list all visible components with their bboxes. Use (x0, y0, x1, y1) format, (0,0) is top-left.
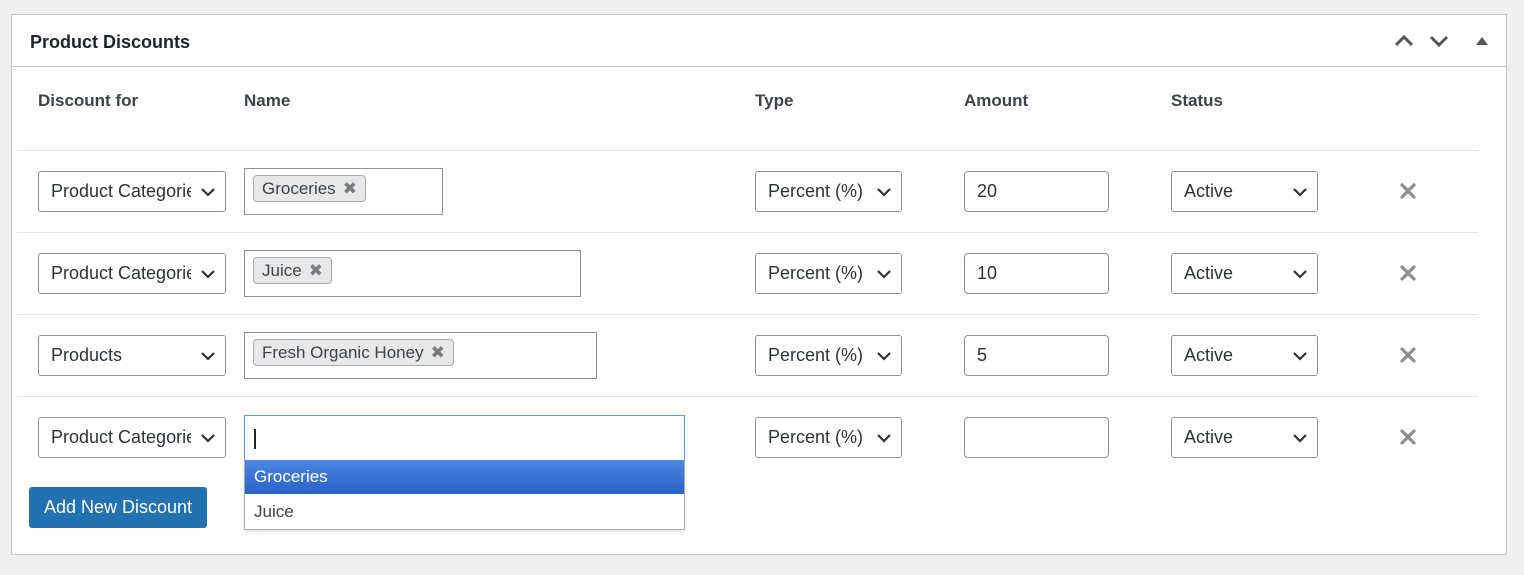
remove-row-icon[interactable] (1397, 426, 1419, 448)
name-tag-input[interactable]: Juice ✖ (244, 250, 581, 297)
column-header-name: Name (244, 91, 291, 110)
dropdown-option-juice[interactable]: Juice (245, 495, 684, 529)
chevron-down-icon (1283, 418, 1317, 457)
discount-for-select[interactable]: Products (38, 335, 226, 376)
discount-for-select[interactable]: Product Categories (38, 171, 226, 212)
chevron-down-icon (191, 254, 225, 293)
chevron-down-icon (867, 254, 901, 293)
chevron-down-icon (867, 172, 901, 211)
amount-input[interactable]: 10 (964, 253, 1109, 294)
type-select[interactable]: Percent (%) (755, 417, 902, 458)
status-select[interactable]: Active (1171, 335, 1318, 376)
chevron-down-icon (1283, 172, 1317, 211)
chevron-down-icon (1283, 254, 1317, 293)
panel-header: Product Discounts (12, 15, 1506, 67)
chevron-down-icon (1283, 336, 1317, 375)
column-header-amount: Amount (964, 91, 1029, 110)
remove-tag-icon[interactable]: ✖ (431, 343, 445, 363)
chevron-down-icon (191, 336, 225, 375)
name-dropdown-list: Groceries Juice (244, 460, 685, 530)
column-header-discount-for: Discount for (38, 91, 139, 110)
dropdown-option-groceries[interactable]: Groceries (245, 460, 684, 494)
chevron-down-icon[interactable] (1427, 29, 1451, 53)
amount-input[interactable]: 20 (964, 171, 1109, 212)
row-divider (17, 314, 1478, 315)
chevron-down-icon (867, 418, 901, 457)
tag-label: Groceries (262, 178, 336, 198)
type-select[interactable]: Percent (%) (755, 253, 902, 294)
remove-tag-icon[interactable]: ✖ (343, 179, 357, 199)
name-tag-input[interactable]: Fresh Organic Honey ✖ (244, 332, 597, 379)
amount-input[interactable]: 5 (964, 335, 1109, 376)
tag-chip: Fresh Organic Honey ✖ (253, 339, 454, 366)
amount-input[interactable] (964, 417, 1109, 458)
tag-chip: Groceries ✖ (253, 175, 366, 202)
chevron-up-icon[interactable] (1392, 29, 1416, 53)
panel-title: Product Discounts (30, 32, 191, 52)
add-new-discount-button[interactable]: Add New Discount (29, 487, 207, 528)
tag-label: Fresh Organic Honey (262, 342, 424, 362)
chevron-down-icon (867, 336, 901, 375)
remove-row-icon[interactable] (1397, 344, 1419, 366)
type-select[interactable]: Percent (%) (755, 335, 902, 376)
status-select[interactable]: Active (1171, 417, 1318, 458)
row-divider (17, 396, 1478, 397)
remove-row-icon[interactable] (1397, 262, 1419, 284)
row-divider (17, 150, 1478, 151)
triangle-up-icon[interactable] (1470, 29, 1494, 53)
row-divider (17, 232, 1478, 233)
remove-tag-icon[interactable]: ✖ (309, 261, 323, 281)
tag-chip: Juice ✖ (253, 257, 332, 284)
status-select[interactable]: Active (1171, 253, 1318, 294)
chevron-down-icon (191, 418, 225, 457)
status-select[interactable]: Active (1171, 171, 1318, 212)
remove-row-icon[interactable] (1397, 180, 1419, 202)
discount-for-select[interactable]: Product Categories (38, 253, 226, 294)
name-search-input[interactable] (244, 415, 685, 461)
chevron-down-icon (191, 172, 225, 211)
discount-for-select[interactable]: Product Categories (38, 417, 226, 458)
name-tag-input[interactable]: Groceries ✖ (244, 168, 443, 215)
tag-label: Juice (262, 260, 302, 280)
column-header-status: Status (1171, 91, 1223, 110)
text-cursor (254, 429, 256, 449)
column-header-type: Type (755, 91, 794, 110)
type-select[interactable]: Percent (%) (755, 171, 902, 212)
